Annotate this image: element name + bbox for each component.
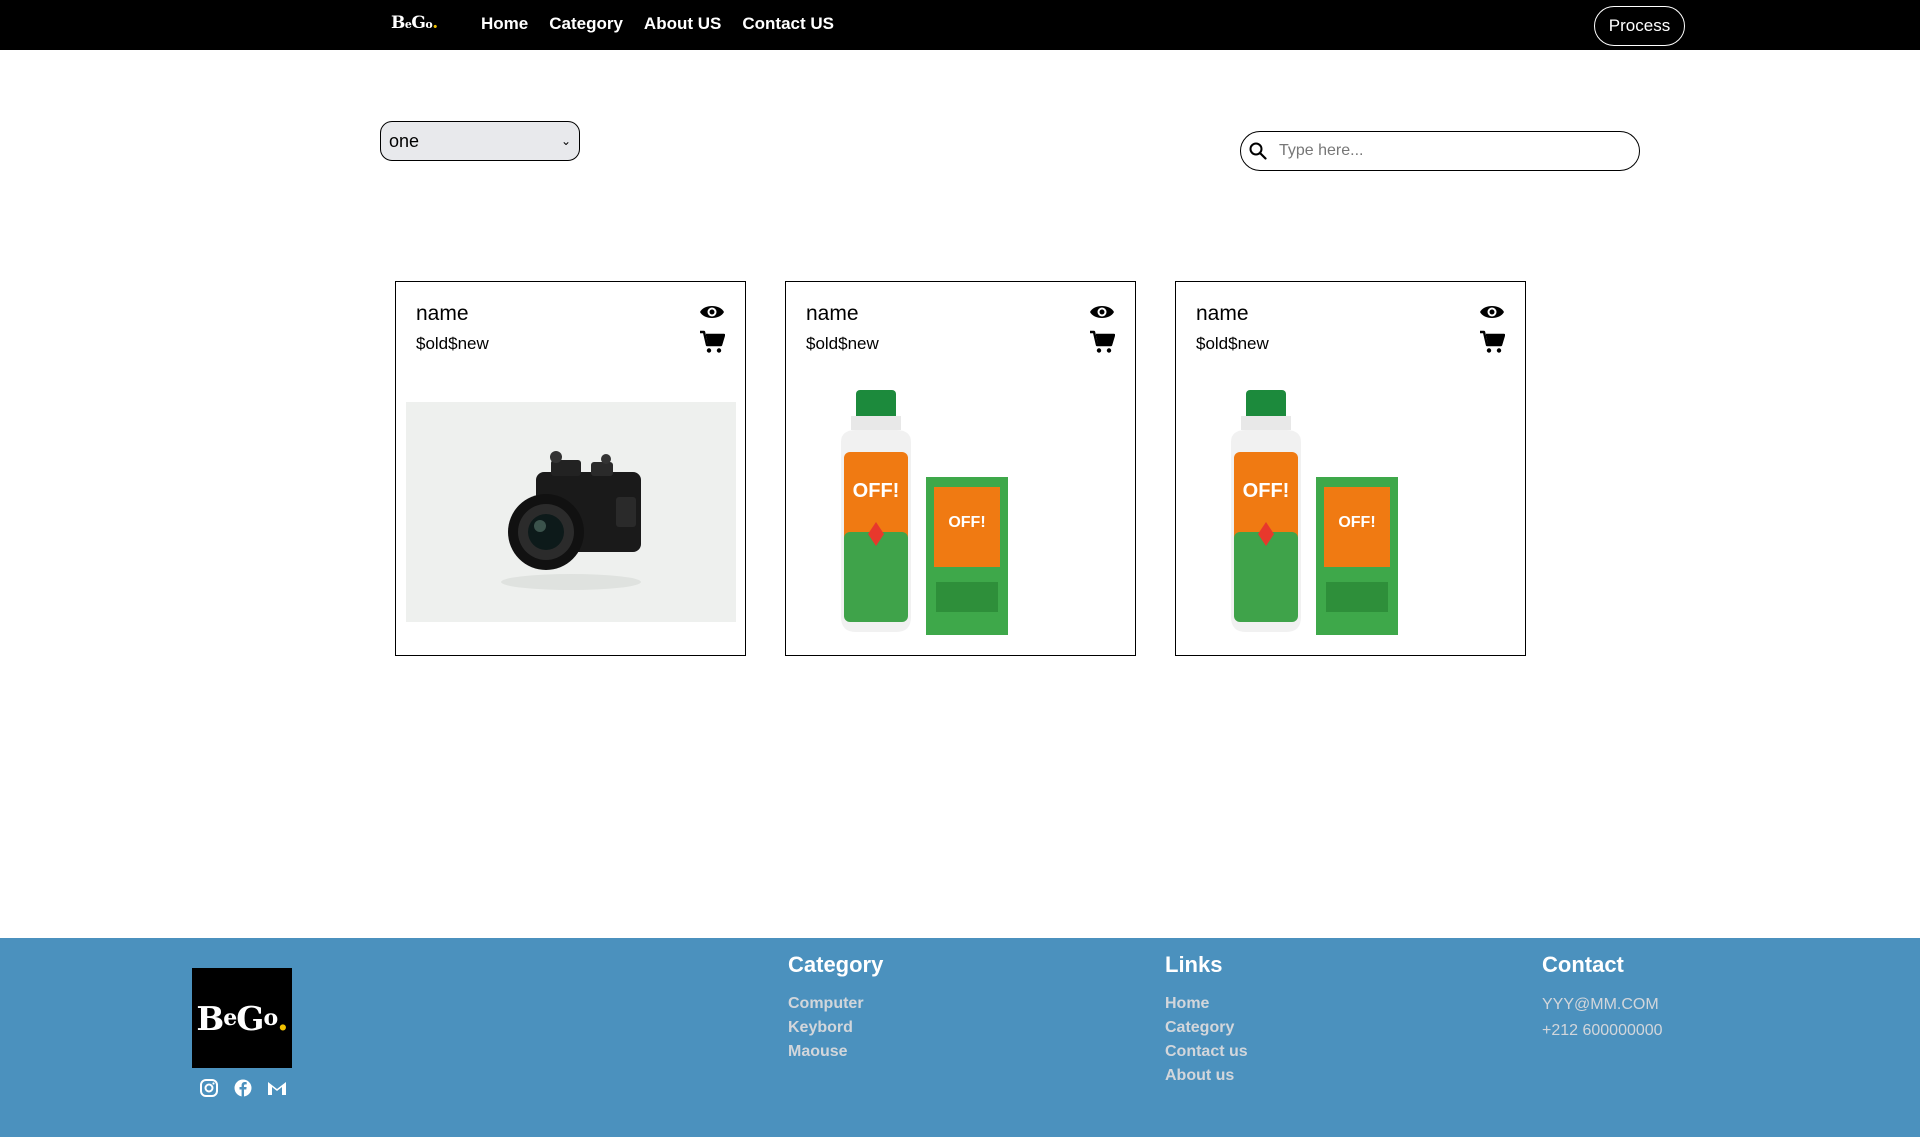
product-image-off-repellent: OFF! OFF! bbox=[796, 382, 1126, 642]
footer-link-contact[interactable]: Contact us bbox=[1165, 1040, 1248, 1064]
svg-text:OFF!: OFF! bbox=[1243, 480, 1290, 502]
footer-link-computer[interactable]: Computer bbox=[788, 992, 883, 1016]
product-price: $old$new bbox=[416, 334, 489, 353]
repellent-photo: OFF! OFF! bbox=[841, 390, 1008, 635]
search-icon bbox=[1249, 142, 1267, 160]
footer-link-category[interactable]: Category bbox=[1165, 1016, 1248, 1040]
svg-text:OFF!: OFF! bbox=[853, 480, 900, 502]
instagram-icon[interactable] bbox=[199, 1078, 219, 1098]
footer-category-column: Category Computer Keybord Maouse bbox=[788, 952, 883, 1064]
product-name: name bbox=[806, 302, 859, 325]
logo-dot: . bbox=[432, 13, 438, 33]
category-select[interactable]: one ⌄ bbox=[380, 121, 580, 161]
cart-icon[interactable] bbox=[699, 330, 725, 354]
product-card[interactable]: name $old$new OFF! OFF! bbox=[785, 281, 1136, 656]
product-image-camera bbox=[406, 402, 736, 622]
cart-icon[interactable] bbox=[1089, 330, 1115, 354]
footer-links-column: Links Home Category Contact us About us bbox=[1165, 952, 1248, 1088]
brand-logo[interactable]: BeGo. bbox=[391, 13, 438, 33]
product-name: name bbox=[416, 302, 469, 325]
top-navbar: BeGo. Home Category About US Contact US … bbox=[0, 0, 1920, 50]
logo-letter: e bbox=[223, 1005, 237, 1031]
select-value: one bbox=[389, 130, 420, 151]
footer-contact-title: Contact bbox=[1542, 952, 1624, 977]
nav-link-category[interactable]: Category bbox=[549, 14, 623, 34]
svg-text:OFF!: OFF! bbox=[948, 514, 985, 531]
footer-link-home[interactable]: Home bbox=[1165, 992, 1248, 1016]
contact-phone: +212 600000000 bbox=[1542, 1022, 1663, 1039]
repellent-photo: OFF! OFF! bbox=[1231, 390, 1398, 635]
nav-links: Home Category About US Contact US bbox=[481, 14, 834, 34]
search-bar bbox=[1240, 131, 1640, 171]
process-button[interactable]: Process bbox=[1594, 6, 1685, 46]
logo-letter: G bbox=[236, 998, 264, 1038]
nav-link-about[interactable]: About US bbox=[644, 14, 721, 34]
contact-email: YYY@MM.COM bbox=[1542, 996, 1659, 1013]
product-name: name bbox=[1196, 302, 1249, 325]
svg-text:OFF!: OFF! bbox=[1338, 514, 1375, 531]
cart-icon[interactable] bbox=[1479, 330, 1505, 354]
logo-letter: B bbox=[196, 998, 224, 1038]
footer-link-mouse[interactable]: Maouse bbox=[788, 1040, 883, 1064]
footer-link-about[interactable]: About us bbox=[1165, 1064, 1248, 1088]
footer-link-keyboard[interactable]: Keybord bbox=[788, 1016, 883, 1040]
product-image-off-repellent: OFF! OFF! bbox=[1186, 382, 1516, 642]
product-price: $old$new bbox=[1196, 334, 1269, 353]
product-card[interactable]: name $old$new OFF! OFF! bbox=[1175, 281, 1526, 656]
eye-icon[interactable] bbox=[1479, 302, 1505, 322]
facebook-icon[interactable] bbox=[233, 1078, 253, 1098]
footer-contact-column: Contact YYY@MM.COM +212 600000000 bbox=[1542, 952, 1663, 1044]
eye-icon[interactable] bbox=[1089, 302, 1115, 322]
footer-links-title: Links bbox=[1165, 952, 1223, 977]
product-card[interactable]: name $old$new bbox=[395, 281, 746, 656]
search-input[interactable] bbox=[1279, 142, 1609, 160]
footer-category-title: Category bbox=[788, 952, 884, 977]
logo-letter: o bbox=[263, 1005, 278, 1031]
nav-link-home[interactable]: Home bbox=[481, 14, 528, 34]
logo-dot: . bbox=[277, 998, 288, 1038]
social-links bbox=[199, 1078, 287, 1098]
camera-photo bbox=[406, 402, 736, 622]
eye-icon[interactable] bbox=[699, 302, 725, 322]
nav-link-contact[interactable]: Contact US bbox=[742, 14, 834, 34]
logo-letter: G bbox=[411, 13, 426, 33]
chevron-down-icon: ⌄ bbox=[560, 134, 571, 148]
gmail-icon[interactable] bbox=[267, 1078, 287, 1098]
logo-letter: B bbox=[391, 13, 405, 33]
product-price: $old$new bbox=[806, 334, 879, 353]
site-footer: BeGo. Category Computer Keybord Maouse L… bbox=[0, 938, 1920, 1137]
footer-logo[interactable]: BeGo. bbox=[192, 968, 292, 1068]
